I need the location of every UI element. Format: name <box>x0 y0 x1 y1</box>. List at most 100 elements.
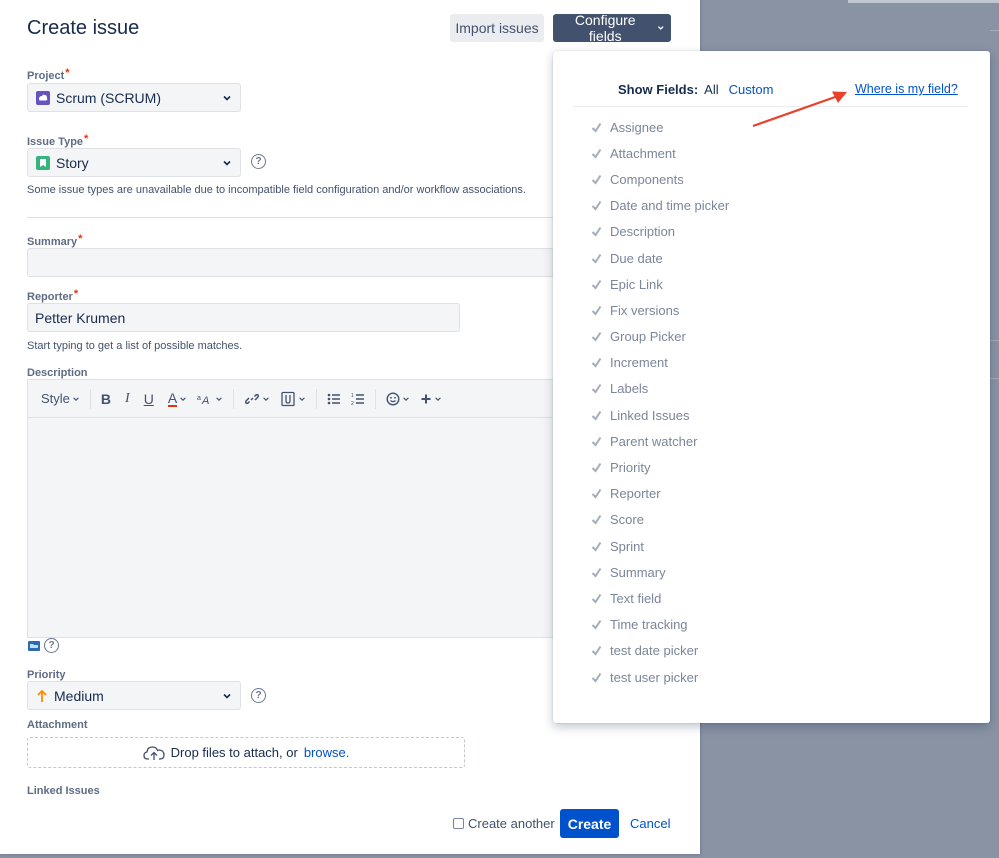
insert-more-button[interactable] <box>415 387 447 411</box>
field-option-label: Group Picker <box>610 329 686 345</box>
field-option[interactable]: Reporter <box>591 481 729 507</box>
create-button[interactable]: Create <box>560 809 619 838</box>
project-avatar-icon <box>36 90 50 105</box>
project-select[interactable]: Scrum (SCRUM) <box>27 83 241 112</box>
underline-button[interactable]: U <box>139 387 159 411</box>
checkbox-box[interactable] <box>453 818 464 829</box>
priority-value: Medium <box>54 687 104 704</box>
field-option-label: Parent watcher <box>610 433 698 449</box>
field-option[interactable]: Date and time picker <box>591 193 729 219</box>
bold-button[interactable]: B <box>96 387 116 411</box>
field-option[interactable]: Priority <box>591 454 729 480</box>
checkmark-icon[interactable] <box>591 619 602 630</box>
link-icon <box>245 393 260 404</box>
field-option[interactable]: Labels <box>591 376 729 402</box>
help-icon[interactable]: ? <box>251 688 266 703</box>
field-option[interactable]: Linked Issues <box>591 402 729 428</box>
help-icon[interactable]: ? <box>44 638 59 653</box>
chevron-down-icon <box>180 396 186 401</box>
checkmark-icon[interactable] <box>591 462 602 473</box>
checkmark-icon[interactable] <box>591 593 602 604</box>
link-button[interactable] <box>239 387 275 411</box>
configure-fields-button[interactable]: Configure fields <box>553 12 671 44</box>
checkmark-icon[interactable] <box>591 279 602 290</box>
reporter-hint: Start typing to get a list of possible m… <box>27 340 243 352</box>
svg-text:a: a <box>197 395 201 402</box>
description-editor[interactable]: Style B I U A aA 1 2 <box>27 379 554 638</box>
toolbar-separator <box>233 388 235 409</box>
style-dropdown[interactable]: Style <box>36 387 85 411</box>
field-option-label: test date picker <box>610 643 699 659</box>
checkmark-icon[interactable] <box>591 122 602 133</box>
field-option[interactable]: Fix versions <box>591 297 729 323</box>
cloud-upload-icon <box>142 745 165 760</box>
toolbar-separator <box>375 388 377 409</box>
attachment-dropzone[interactable]: Drop files to attach, or browse. <box>27 737 465 768</box>
checkmark-icon[interactable] <box>591 253 602 264</box>
checkmark-icon[interactable] <box>591 305 602 316</box>
field-option-label: Description <box>610 224 676 240</box>
checkmark-icon[interactable] <box>591 174 602 185</box>
field-option[interactable]: Attachment <box>591 140 729 166</box>
checkmark-icon[interactable] <box>591 200 602 211</box>
text-effects-button[interactable]: aA <box>192 387 228 411</box>
reporter-input[interactable] <box>27 303 460 332</box>
where-is-my-field-link[interactable]: Where is my field? <box>855 82 958 96</box>
attachment-button[interactable] <box>275 387 311 411</box>
numbered-list-button[interactable]: 12 <box>346 387 370 411</box>
checkmark-icon[interactable] <box>591 383 602 395</box>
field-option[interactable]: Due date <box>591 245 729 271</box>
background-divider <box>990 30 999 31</box>
checkmark-icon[interactable] <box>591 541 602 552</box>
checkmark-icon[interactable] <box>591 672 602 683</box>
field-option[interactable]: Description <box>591 219 729 245</box>
issue-type-label: Issue Type* <box>27 133 89 148</box>
field-option[interactable]: Components <box>591 166 729 192</box>
field-option[interactable]: Text field <box>591 585 729 611</box>
field-list: Assignee Attachment Components Date and tim… <box>591 114 729 690</box>
checkmark-icon[interactable] <box>591 514 602 525</box>
priority-select[interactable]: Medium <box>27 681 241 710</box>
checkmark-icon[interactable] <box>591 567 602 578</box>
field-option-label: Increment <box>610 355 668 371</box>
emoji-button[interactable] <box>381 387 415 411</box>
show-all-option[interactable]: All <box>704 82 718 97</box>
field-option[interactable]: Summary <box>591 559 729 585</box>
field-option-label: test user picker <box>610 669 699 685</box>
field-option[interactable]: Group Picker <box>591 324 729 350</box>
checkmark-icon[interactable] <box>591 148 602 159</box>
show-fields-label: Show Fields: <box>618 82 699 97</box>
field-option[interactable]: Epic Link <box>591 271 729 297</box>
bullet-list-button[interactable] <box>322 387 346 411</box>
text-color-button[interactable]: A <box>163 387 192 411</box>
field-option[interactable]: Time tracking <box>591 612 729 638</box>
summary-input[interactable] <box>27 248 554 277</box>
chevron-down-icon <box>657 26 664 30</box>
create-another-checkbox[interactable]: Create another <box>453 816 555 831</box>
checkmark-icon[interactable] <box>591 488 602 499</box>
checkmark-icon[interactable] <box>591 645 602 656</box>
field-option[interactable]: test user picker <box>591 664 729 690</box>
checkmark-icon[interactable] <box>591 226 602 237</box>
field-option[interactable]: Sprint <box>591 533 729 559</box>
checkmark-icon[interactable] <box>591 331 602 342</box>
italic-button[interactable]: I <box>120 387 135 411</box>
field-option-label: Text field <box>610 590 662 606</box>
field-option[interactable]: Increment <box>591 350 729 376</box>
checkmark-icon[interactable] <box>591 357 602 368</box>
checkmark-icon[interactable] <box>591 436 602 447</box>
issue-type-select[interactable]: Story <box>27 148 241 177</box>
field-option[interactable]: Parent watcher <box>591 428 729 454</box>
field-option[interactable]: Score <box>591 507 729 533</box>
field-option[interactable]: test date picker <box>591 638 729 664</box>
help-icon[interactable]: ? <box>251 154 266 169</box>
checkmark-icon[interactable] <box>591 410 602 421</box>
field-option[interactable]: Assignee <box>591 114 729 140</box>
cancel-button[interactable]: Cancel <box>630 816 670 831</box>
browse-link[interactable]: browse. <box>304 745 350 760</box>
folder-icon[interactable] <box>28 641 40 651</box>
plus-icon <box>421 394 431 403</box>
field-option-label: Summary <box>610 564 666 580</box>
chevron-down-icon <box>299 396 305 401</box>
import-issues-button[interactable]: Import issues <box>450 14 544 42</box>
